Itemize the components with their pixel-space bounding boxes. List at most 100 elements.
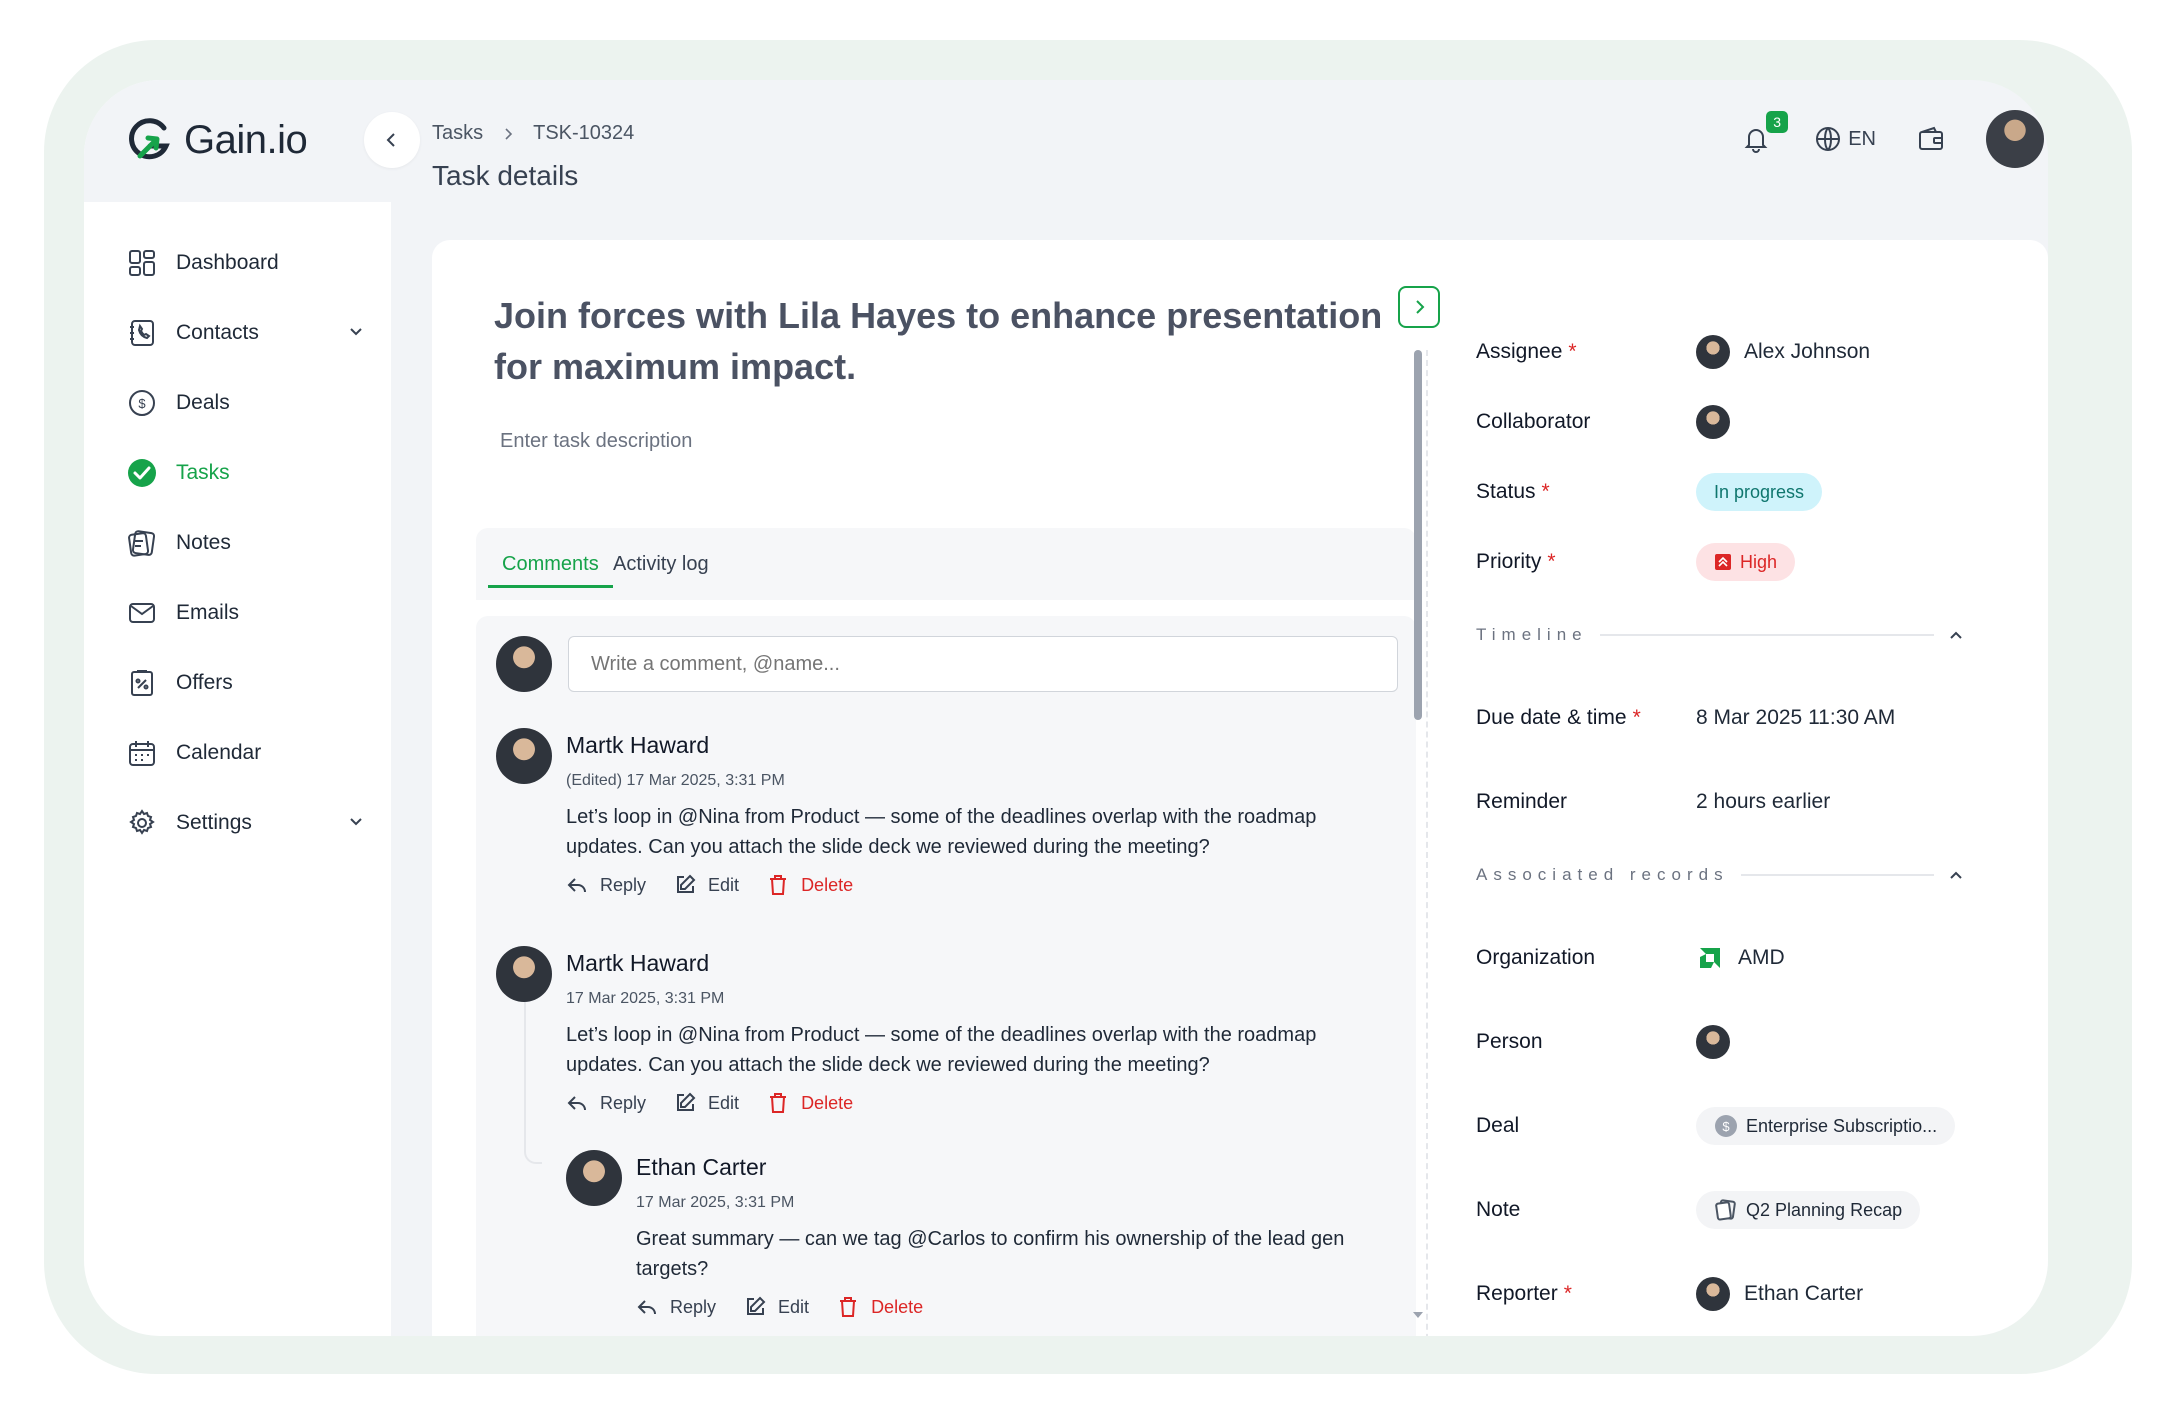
reply-button[interactable]: Reply (566, 874, 646, 896)
comment-input[interactable] (568, 636, 1398, 692)
required-asterisk: * (1632, 706, 1641, 729)
status-badge[interactable]: In progress (1696, 473, 1823, 511)
field-label: Status * (1476, 480, 1696, 504)
comment-text: Let’s loop in @Nina from Product — some … (566, 1024, 1317, 1076)
sidebar-item-offers[interactable]: Offers (126, 648, 366, 718)
gain-logo-icon (129, 118, 170, 160)
chevron-down-icon[interactable] (346, 321, 366, 341)
sidebar-item-label: Calendar (176, 741, 262, 764)
required-asterisk: * (1547, 550, 1556, 573)
svg-text:$: $ (1722, 1119, 1730, 1134)
sidebar: Gain.io Dashboard Contacts $ Deals Tasks… (84, 80, 391, 1336)
chevron-right-icon (505, 127, 513, 140)
organization-name: AMD (1738, 946, 1785, 969)
comment-avatar (566, 1150, 622, 1206)
field-label: Priority * (1476, 550, 1696, 574)
expand-panel-button[interactable] (1398, 286, 1440, 328)
reply-label: Reply (600, 874, 647, 895)
collaborator-value[interactable] (1696, 405, 1730, 439)
deal-value-wrap: $ Enterprise Subscriptio... (1696, 1107, 1956, 1145)
task-title[interactable]: Join forces with Lila Hayes to enhance p… (494, 290, 1394, 392)
comment-text: Let’s loop in @Nina from Product — some … (566, 806, 1317, 858)
organization-value[interactable]: AMD (1696, 944, 1785, 972)
dashboard-icon (126, 247, 158, 279)
delete-label: Delete (801, 874, 854, 895)
delete-button[interactable]: Delete (837, 1296, 923, 1318)
header-actions: 3 EN (1738, 110, 2044, 168)
language-selector[interactable]: EN (1814, 125, 1876, 153)
sidebar-item-label: Notes (176, 531, 231, 554)
tab-comments[interactable]: Comments (488, 528, 613, 600)
breadcrumb-tasks-link[interactable]: Tasks (432, 122, 483, 145)
current-user-avatar (496, 636, 552, 692)
user-avatar[interactable] (1986, 110, 2044, 168)
sidebar-item-dashboard[interactable]: Dashboard (126, 228, 366, 298)
field-due-date: Due date & time * 8 Mar 2025 11:30 AM (1476, 698, 1996, 738)
tab-bar: Comments Activity log (476, 528, 1416, 600)
delete-button[interactable]: Delete (767, 874, 853, 896)
sidebar-item-label: Offers (176, 671, 233, 694)
assignee-label: Assignee (1476, 340, 1563, 363)
status-value-wrap: In progress (1696, 473, 1823, 511)
timeline-section-header[interactable]: Timeline (1476, 620, 1966, 650)
edit-label: Edit (708, 874, 740, 895)
chevron-up-icon[interactable] (1946, 625, 1966, 645)
sidebar-item-settings[interactable]: Settings (126, 788, 366, 858)
reply-label: Reply (600, 1092, 647, 1113)
task-description-field[interactable]: Enter task description (500, 430, 692, 453)
note-chip[interactable]: Q2 Planning Recap (1696, 1191, 1921, 1229)
settings-icon (126, 807, 158, 839)
edit-button[interactable]: Edit (744, 1296, 809, 1318)
sidebar-item-label: Contacts (176, 321, 259, 344)
reporter-value[interactable]: Ethan Carter (1696, 1277, 1863, 1311)
notifications-button[interactable]: 3 (1738, 111, 1789, 157)
tab-activity-log[interactable]: Activity log (613, 528, 709, 600)
sidebar-item-emails[interactable]: Emails (126, 578, 366, 648)
priority-value-wrap: High (1696, 543, 1796, 581)
priority-badge[interactable]: High (1696, 543, 1796, 581)
person-value[interactable] (1696, 1025, 1730, 1059)
field-reminder: Reminder 2 hours earlier (1476, 782, 1996, 822)
note-name: Q2 Planning Recap (1746, 1199, 1903, 1220)
wallet-icon[interactable] (1916, 124, 1946, 154)
section-divider (1740, 874, 1934, 876)
logo-area: Gain.io (84, 80, 391, 202)
edit-button[interactable]: Edit (674, 874, 739, 896)
field-person: Person (1476, 1022, 1996, 1062)
reply-button[interactable]: Reply (636, 1296, 716, 1318)
required-asterisk: * (1563, 1282, 1572, 1305)
sidebar-item-calendar[interactable]: Calendar (126, 718, 366, 788)
sidebar-item-contacts[interactable]: Contacts (126, 298, 366, 368)
deal-chip[interactable]: $ Enterprise Subscriptio... (1696, 1107, 1956, 1145)
sidebar-item-notes[interactable]: Notes (126, 508, 366, 578)
sidebar-item-deals[interactable]: $ Deals (126, 368, 366, 438)
scrollbar-thumb[interactable] (1414, 350, 1422, 720)
status-label: Status (1476, 480, 1536, 503)
amd-logo-icon (1700, 948, 1720, 968)
brand-logo[interactable]: Gain.io (126, 116, 308, 164)
breadcrumb-current: TSK-10324 (533, 122, 635, 144)
delete-button[interactable]: Delete (767, 1092, 853, 1114)
collaborator-avatar (1696, 405, 1730, 439)
associated-records-header[interactable]: Associated records (1476, 860, 1966, 890)
reminder-value[interactable]: 2 hours earlier (1696, 790, 1830, 814)
contacts-icon (126, 317, 158, 349)
assignee-avatar (1696, 335, 1730, 369)
associated-records-title: Associated records (1476, 865, 1729, 884)
collapse-sidebar-button[interactable] (364, 112, 420, 168)
due-date-value[interactable]: 8 Mar 2025 11:30 AM (1696, 706, 1895, 730)
chevron-down-icon[interactable] (346, 811, 366, 831)
reply-button[interactable]: Reply (566, 1092, 646, 1114)
assignee-value[interactable]: Alex Johnson (1696, 335, 1870, 369)
sidebar-nav: Dashboard Contacts $ Deals Tasks Notes E… (126, 228, 366, 858)
delete-label: Delete (871, 1296, 924, 1317)
globe-icon (1816, 127, 1841, 151)
edit-button[interactable]: Edit (674, 1092, 739, 1114)
comment-avatar (496, 728, 552, 784)
comment-actions: Reply Edit Delete (566, 874, 853, 896)
sidebar-item-tasks[interactable]: Tasks (126, 438, 366, 508)
reply-label: Reply (670, 1296, 717, 1317)
chevron-up-icon[interactable] (1946, 865, 1966, 885)
tasks-icon (126, 457, 158, 489)
scroll-down-icon[interactable] (1412, 1310, 1424, 1320)
